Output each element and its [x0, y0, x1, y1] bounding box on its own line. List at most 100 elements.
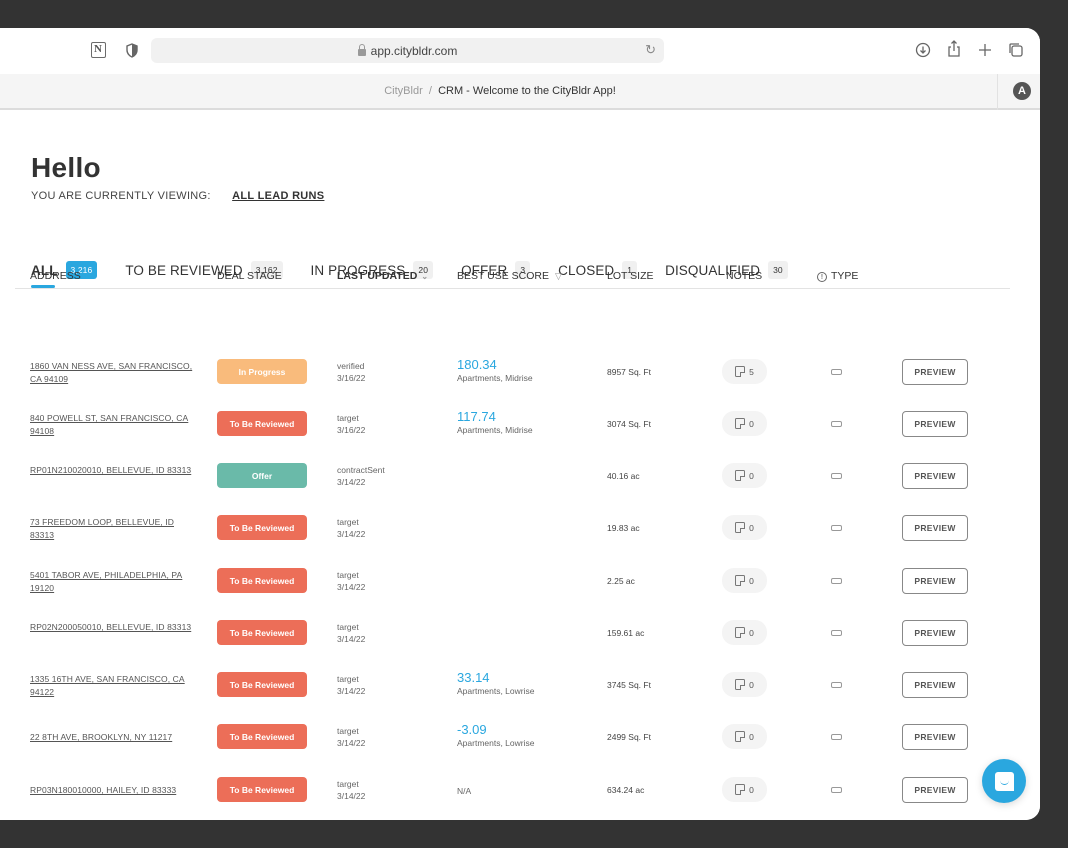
address-link[interactable]: 73 FREEDOM LOOP, BELLEVUE, ID 83313 [30, 516, 200, 542]
best-use-score: -3.09 Apartments, Lowrise [457, 722, 534, 749]
notes-button[interactable]: 0 [722, 411, 767, 436]
preview-button[interactable]: PREVIEW [902, 568, 968, 594]
browser-toolbar: N app.citybldr.com ↻ [0, 28, 1040, 74]
download-icon[interactable] [913, 40, 933, 60]
notes-count: 0 [749, 522, 754, 533]
deal-stage-badge[interactable]: Offer [217, 463, 307, 488]
lead-status: contractSent [337, 465, 385, 475]
share-icon[interactable] [944, 39, 964, 59]
breadcrumb-current: CRM - Welcome to the CityBldr App! [438, 85, 616, 97]
deal-stage-badge[interactable]: To Be Reviewed [217, 724, 307, 749]
column-best-use-score[interactable]: BEST USE SCORE ▽ [457, 270, 562, 282]
lead-status: target [337, 413, 359, 423]
lot-size: 2.25 ac [607, 576, 635, 586]
lot-size: 40.16 ac [607, 471, 640, 481]
address-link[interactable]: RP03N180010000, HAILEY, ID 83333 [30, 784, 200, 797]
notes-button[interactable]: 0 [722, 515, 767, 540]
column-address[interactable]: ADDRESS [30, 270, 81, 282]
viewing-label: YOU ARE CURRENTLY VIEWING: [31, 190, 211, 202]
address-link[interactable]: RP01N210020010, BELLEVUE, ID 83313 [30, 464, 200, 477]
column-last-updated[interactable]: LAST UPDATED ⌄ [337, 270, 428, 282]
shield-icon[interactable] [122, 40, 142, 60]
updated-date: 3/14/22 [337, 529, 366, 539]
best-use-score-value: 33.14 [457, 670, 490, 685]
deal-stage-badge[interactable]: To Be Reviewed [217, 515, 307, 540]
preview-button[interactable]: PREVIEW [902, 672, 968, 698]
deal-stage-badge[interactable]: In Progress [217, 359, 307, 384]
preview-button[interactable]: PREVIEW [902, 411, 968, 437]
tab-divider [997, 74, 998, 110]
note-icon [735, 679, 746, 690]
preview-button[interactable]: PREVIEW [902, 620, 968, 646]
preview-button[interactable]: PREVIEW [902, 515, 968, 541]
column-type[interactable]: ! TYPE [817, 270, 858, 282]
chat-launcher-button[interactable] [982, 759, 1026, 803]
notes-button[interactable]: 0 [722, 463, 767, 488]
table-row: 22 8TH AVE, BROOKLYN, NY 11217 To Be Rev… [15, 711, 1010, 763]
lot-size: 3074 Sq. Ft [607, 419, 651, 429]
avatar[interactable]: A [1013, 82, 1031, 100]
last-updated: target 3/14/22 [337, 516, 365, 540]
table-row: 73 FREEDOM LOOP, BELLEVUE, ID 83313 To B… [15, 502, 1010, 554]
lot-size: 2499 Sq. Ft [607, 732, 651, 742]
deal-stage-badge[interactable]: To Be Reviewed [217, 411, 307, 436]
deal-stage-badge[interactable]: To Be Reviewed [217, 777, 307, 802]
notes-count: 0 [749, 470, 754, 481]
address-link[interactable]: 1860 VAN NESS AVE, SAN FRANCISCO, CA 941… [30, 360, 200, 386]
address-link[interactable]: 840 POWELL ST, SAN FRANCISCO, CA 94108 [30, 412, 200, 438]
chevron-down-icon[interactable]: ⌄ [421, 272, 428, 281]
note-icon [735, 731, 746, 742]
address-link[interactable]: 5401 TABOR AVE, PHILADELPHIA, PA 19120 [30, 569, 200, 595]
column-lot-size[interactable]: LOT SIZE [607, 270, 654, 282]
notes-button[interactable]: 5 [722, 359, 767, 384]
new-tab-icon[interactable] [975, 40, 995, 60]
last-updated: contractSent 3/14/22 [337, 464, 385, 488]
deal-stage-badge[interactable]: To Be Reviewed [217, 672, 307, 697]
lot-size: 634.24 ac [607, 785, 645, 795]
address-link[interactable]: 1335 16TH AVE, SAN FRANCISCO, CA 94122 [30, 673, 200, 699]
table-row: RP02N200050010, BELLEVUE, ID 83313 To Be… [15, 607, 1010, 659]
deal-stage-badge[interactable]: To Be Reviewed [217, 568, 307, 593]
preview-button[interactable]: PREVIEW [902, 724, 968, 750]
best-use-score-na: N/A [457, 786, 472, 796]
property-type-icon [831, 369, 842, 375]
last-updated: target 3/14/22 [337, 621, 365, 645]
preview-button[interactable]: PREVIEW [902, 463, 968, 489]
tabs-overview-icon[interactable] [1006, 40, 1026, 60]
last-updated: target 3/14/22 [337, 725, 365, 749]
last-updated: target 3/14/22 [337, 673, 365, 697]
column-deal-stage[interactable]: DEAL STAGE [217, 270, 282, 282]
address-link[interactable]: 22 8TH AVE, BROOKLYN, NY 11217 [30, 731, 200, 744]
breadcrumb-root[interactable]: CityBldr [384, 85, 423, 97]
notes-button[interactable]: 0 [722, 724, 767, 749]
property-type-icon [831, 682, 842, 688]
note-icon [735, 575, 746, 586]
preview-button[interactable]: PREVIEW [902, 777, 968, 803]
view-selector-link[interactable]: ALL LEAD RUNS [232, 190, 324, 202]
lead-status: target [337, 517, 359, 527]
notes-button[interactable]: 0 [722, 777, 767, 802]
preview-button[interactable]: PREVIEW [902, 359, 968, 385]
table-row: 840 POWELL ST, SAN FRANCISCO, CA 94108 T… [15, 398, 1010, 450]
reload-icon[interactable]: ↻ [645, 42, 656, 58]
updated-date: 3/14/22 [337, 686, 366, 696]
property-type-icon [831, 473, 842, 479]
info-icon[interactable]: ! [817, 272, 827, 282]
column-notes[interactable]: NOTES [726, 270, 762, 282]
address-link[interactable]: RP02N200050010, BELLEVUE, ID 83313 [30, 621, 200, 634]
updated-date: 3/14/22 [337, 582, 366, 592]
property-type-icon [831, 525, 842, 531]
notes-button[interactable]: 0 [722, 620, 767, 645]
notes-button[interactable]: 0 [722, 568, 767, 593]
notes-button[interactable]: 0 [722, 672, 767, 697]
lead-status: target [337, 622, 359, 632]
best-use-type: Apartments, Lowrise [457, 738, 535, 748]
notes-count: 0 [749, 784, 754, 795]
notion-icon[interactable]: N [88, 40, 108, 60]
best-use-type: Apartments, Lowrise [457, 686, 535, 696]
note-icon [735, 784, 746, 795]
notes-count: 0 [749, 418, 754, 429]
address-bar[interactable]: app.citybldr.com ↻ [151, 38, 664, 63]
deal-stage-badge[interactable]: To Be Reviewed [217, 620, 307, 645]
filter-icon[interactable]: ▽ [555, 271, 562, 281]
